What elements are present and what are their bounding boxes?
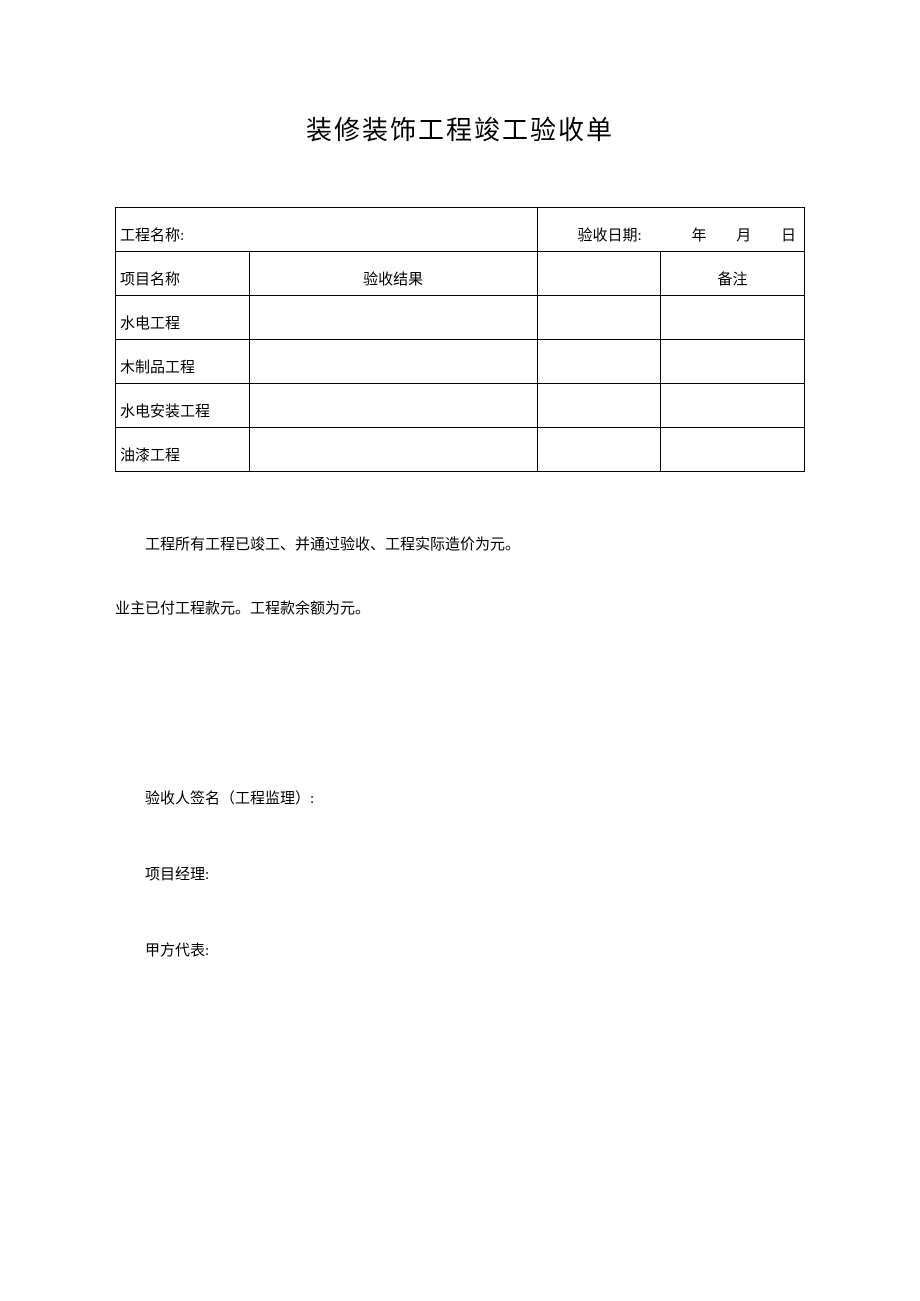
row-remark [661,428,805,472]
header-item-name: 项目名称 [116,252,250,296]
paragraph-block: 工程所有工程已竣工、并通过验收、工程实际造价为元。 业主已付工程款元。工程款余额… [115,527,805,627]
acceptance-table: 工程名称: 验收日期: 年 月 日 项目名称 验收结果 备注 水电工程 木制品工… [115,207,805,472]
table-row: 水电安装工程 [116,384,805,428]
row-remark [661,384,805,428]
paragraph-1: 工程所有工程已竣工、并通过验收、工程实际造价为元。 [115,527,805,563]
row-remark [661,296,805,340]
header-result: 验收结果 [249,252,537,296]
date-year: 年 [691,228,706,244]
row-result [249,296,537,340]
date-label: 验收日期: [578,228,642,244]
row-result [249,428,537,472]
row-label: 水电安装工程 [116,384,250,428]
project-name-cell: 工程名称: [116,208,538,252]
row-extra [537,384,660,428]
row-extra [537,428,660,472]
row-result [249,384,537,428]
signature-party-a: 甲方代表: [115,939,805,960]
paragraph-2: 业主已付工程款元。工程款余额为元。 [115,591,805,627]
table-info-row: 工程名称: 验收日期: 年 月 日 [116,208,805,252]
row-label: 水电工程 [116,296,250,340]
date-month: 月 [736,228,751,244]
header-extra [537,252,660,296]
table-header-row: 项目名称 验收结果 备注 [116,252,805,296]
signature-block: 验收人签名（工程监理）: 项目经理: 甲方代表: [115,787,805,960]
signature-inspector: 验收人签名（工程监理）: [115,787,805,808]
table-row: 水电工程 [116,296,805,340]
table-row: 木制品工程 [116,340,805,384]
row-label: 木制品工程 [116,340,250,384]
row-extra [537,340,660,384]
row-label: 油漆工程 [116,428,250,472]
row-extra [537,296,660,340]
page-title: 装修装饰工程竣工验收单 [115,110,805,147]
acceptance-date-cell: 验收日期: 年 月 日 [537,208,804,252]
date-day: 日 [781,228,796,244]
row-remark [661,340,805,384]
row-result [249,340,537,384]
table-row: 油漆工程 [116,428,805,472]
header-remark: 备注 [661,252,805,296]
signature-manager: 项目经理: [115,863,805,884]
